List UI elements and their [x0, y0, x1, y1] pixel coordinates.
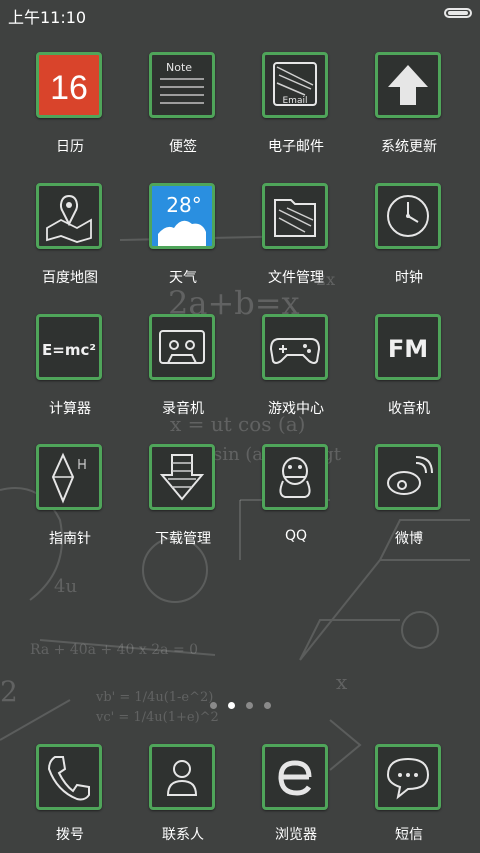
svg-text:FM: FM: [388, 335, 428, 363]
folder-icon: [262, 183, 328, 249]
app-label: 指南针: [49, 531, 91, 547]
app-label: QQ: [284, 528, 308, 544]
app-label: 时钟: [395, 270, 423, 286]
chalk-equation-4: Ra + 40a + 40 x 2a = 0: [30, 642, 199, 658]
qq-penguin-icon: [262, 444, 328, 510]
page-dot-active[interactable]: [228, 702, 235, 709]
phone-icon: [36, 744, 102, 810]
app-label: 录音机: [162, 401, 204, 417]
app-label: 拨号: [56, 827, 84, 843]
app-label: 天气: [169, 270, 197, 286]
browser-icon: [262, 744, 328, 810]
weather-icon: 28°: [149, 183, 215, 249]
app-label: 电子邮件: [268, 139, 324, 155]
app-label: 联系人: [162, 827, 204, 843]
gamepad-icon: [262, 314, 328, 380]
map-icon: [36, 183, 102, 249]
battery-icon: [444, 8, 472, 18]
cassette-icon: [149, 314, 215, 380]
email-icon: Email: [262, 52, 328, 118]
app-label: 系统更新: [381, 139, 437, 155]
app-label: 微博: [395, 531, 423, 547]
update-arrow-icon: [375, 52, 441, 118]
svg-text:Email: Email: [283, 96, 308, 106]
clock-icon: [375, 183, 441, 249]
app-label: 计算器: [49, 401, 91, 417]
message-icon: [375, 744, 441, 810]
app-label: 便签: [169, 139, 197, 155]
page-dot[interactable]: [264, 702, 271, 709]
app-label: 游戏中心: [268, 401, 324, 417]
calculator-icon: E=mc²: [36, 314, 102, 380]
chalk-equation-6: vc' = 1/4u(1+e)^2: [96, 710, 219, 725]
svg-text:E=mc²: E=mc²: [42, 341, 96, 359]
weibo-icon: [375, 444, 441, 510]
page-indicator: [0, 700, 480, 712]
download-icon: [149, 444, 215, 510]
calendar-day: 16: [50, 69, 88, 107]
page-dot[interactable]: [246, 702, 253, 709]
app-label: 百度地图: [42, 270, 98, 286]
notes-icon: Note: [149, 52, 215, 118]
status-bar: 上午11:10: [0, 0, 480, 28]
app-label: 日历: [56, 139, 84, 155]
page-dot[interactable]: [210, 702, 217, 709]
app-label: 短信: [395, 827, 423, 843]
app-label: 收音机: [388, 401, 430, 417]
app-label: 浏览器: [275, 827, 317, 843]
app-label: 下载管理: [155, 531, 211, 547]
radio-icon: FM: [375, 314, 441, 380]
compass-icon: [36, 444, 102, 510]
chalk-letter-x: x: [336, 670, 348, 694]
chalk-number-4u: 4u: [54, 576, 78, 597]
app-label: 文件管理: [268, 270, 324, 286]
status-time: 上午11:10: [8, 8, 87, 27]
weather-temp: 28°: [166, 193, 201, 217]
contacts-icon: [149, 744, 215, 810]
calendar-icon: 16: [36, 52, 102, 118]
svg-text:Note: Note: [166, 61, 192, 74]
